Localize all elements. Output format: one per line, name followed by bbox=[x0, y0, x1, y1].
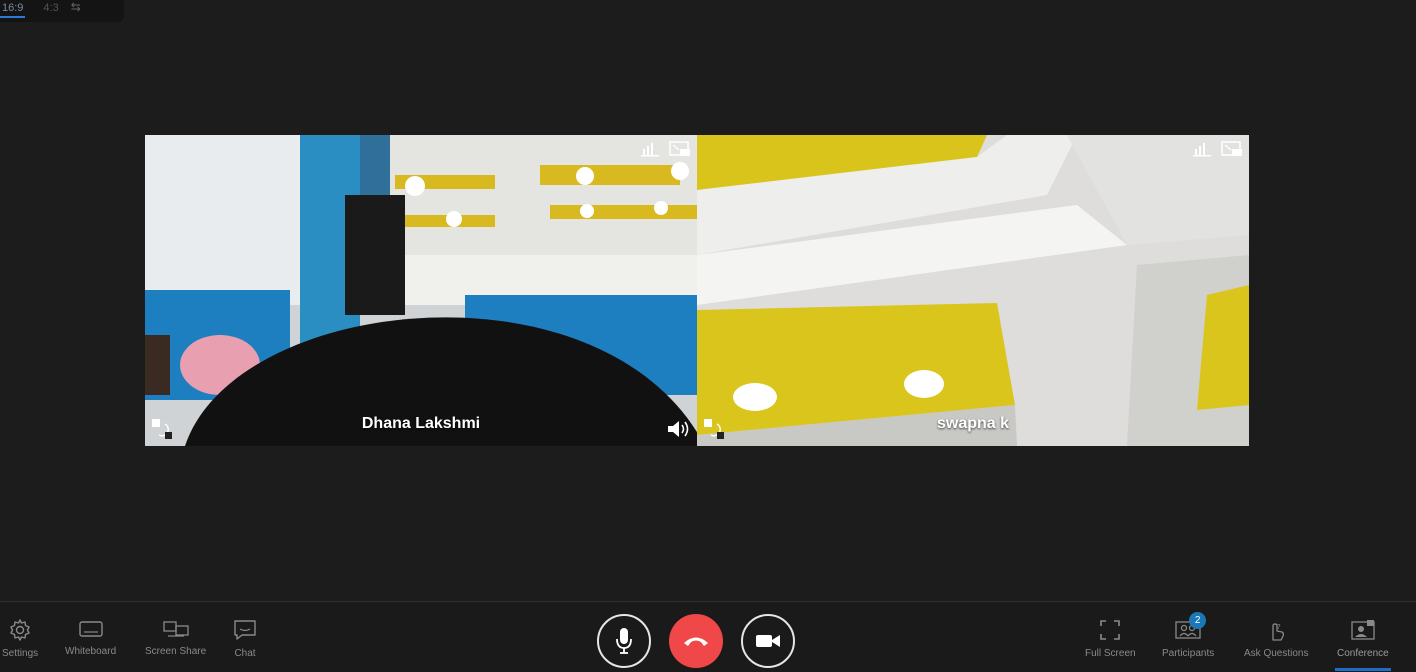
chat-label: Chat bbox=[234, 648, 256, 659]
bottom-toolbar: Settings Whiteboard Screen Share Chat Fu… bbox=[0, 601, 1416, 672]
swap-arrows-icon[interactable]: ⇆ bbox=[71, 0, 81, 14]
screen-share-button[interactable]: Screen Share bbox=[145, 618, 206, 657]
screen-share-icon bbox=[162, 621, 189, 637]
fullscreen-icon bbox=[1100, 620, 1121, 640]
full-screen-label: Full Screen bbox=[1085, 648, 1136, 659]
video-feed-ceiling bbox=[697, 135, 1249, 446]
video-tile-dhana-lakshmi[interactable]: Dhana Lakshmi bbox=[145, 135, 697, 446]
whiteboard-icon bbox=[78, 621, 103, 637]
pip-icon[interactable] bbox=[1221, 141, 1243, 157]
pip-icon[interactable] bbox=[669, 141, 691, 157]
conference-icon bbox=[1351, 620, 1375, 640]
settings-button[interactable]: Settings bbox=[2, 618, 38, 659]
microphone-icon bbox=[616, 628, 632, 654]
settings-label: Settings bbox=[2, 648, 39, 659]
ask-questions-button[interactable]: ? Ask Questions bbox=[1244, 618, 1308, 659]
conference-button[interactable]: Conference bbox=[1335, 618, 1391, 671]
screen-share-label: Screen Share bbox=[145, 646, 207, 657]
video-camera-icon bbox=[756, 635, 780, 647]
camera-button[interactable] bbox=[741, 614, 795, 668]
whiteboard-button[interactable]: Whiteboard bbox=[65, 618, 116, 657]
video-tile-swapna-k[interactable]: swapna k bbox=[697, 135, 1249, 446]
hang-up-icon bbox=[684, 637, 708, 646]
ratio-option-16-9[interactable]: 16:9 bbox=[0, 2, 26, 18]
whiteboard-label: Whiteboard bbox=[65, 646, 117, 657]
participant-name: Dhana Lakshmi bbox=[361, 415, 481, 432]
ask-questions-label: Ask Questions bbox=[1244, 648, 1309, 659]
full-screen-button[interactable]: Full Screen bbox=[1085, 618, 1136, 659]
ratio-option-4-3[interactable]: 4:3 bbox=[41, 2, 60, 14]
participants-button[interactable]: 2 Participants bbox=[1162, 612, 1215, 659]
chat-icon bbox=[234, 620, 256, 640]
end-call-button[interactable] bbox=[669, 614, 723, 668]
microphone-button[interactable] bbox=[597, 614, 651, 668]
hand-question-icon: ? bbox=[1272, 623, 1285, 641]
gear-icon bbox=[10, 619, 30, 641]
conference-label: Conference bbox=[1337, 648, 1389, 659]
signal-bars-icon bbox=[641, 143, 659, 157]
video-feed-office bbox=[145, 135, 697, 446]
signal-bars-icon bbox=[1193, 143, 1211, 157]
chat-button[interactable]: Chat bbox=[233, 618, 257, 659]
participants-label: Participants bbox=[1162, 648, 1215, 659]
aspect-ratio-selector: 16:9 4:3 ⇆ bbox=[0, 0, 124, 22]
speaker-volume-icon[interactable] bbox=[666, 418, 692, 440]
participants-count-badge: 2 bbox=[1189, 612, 1207, 629]
svg-text:?: ? bbox=[1277, 623, 1281, 631]
participant-name: swapna k bbox=[936, 415, 1010, 432]
